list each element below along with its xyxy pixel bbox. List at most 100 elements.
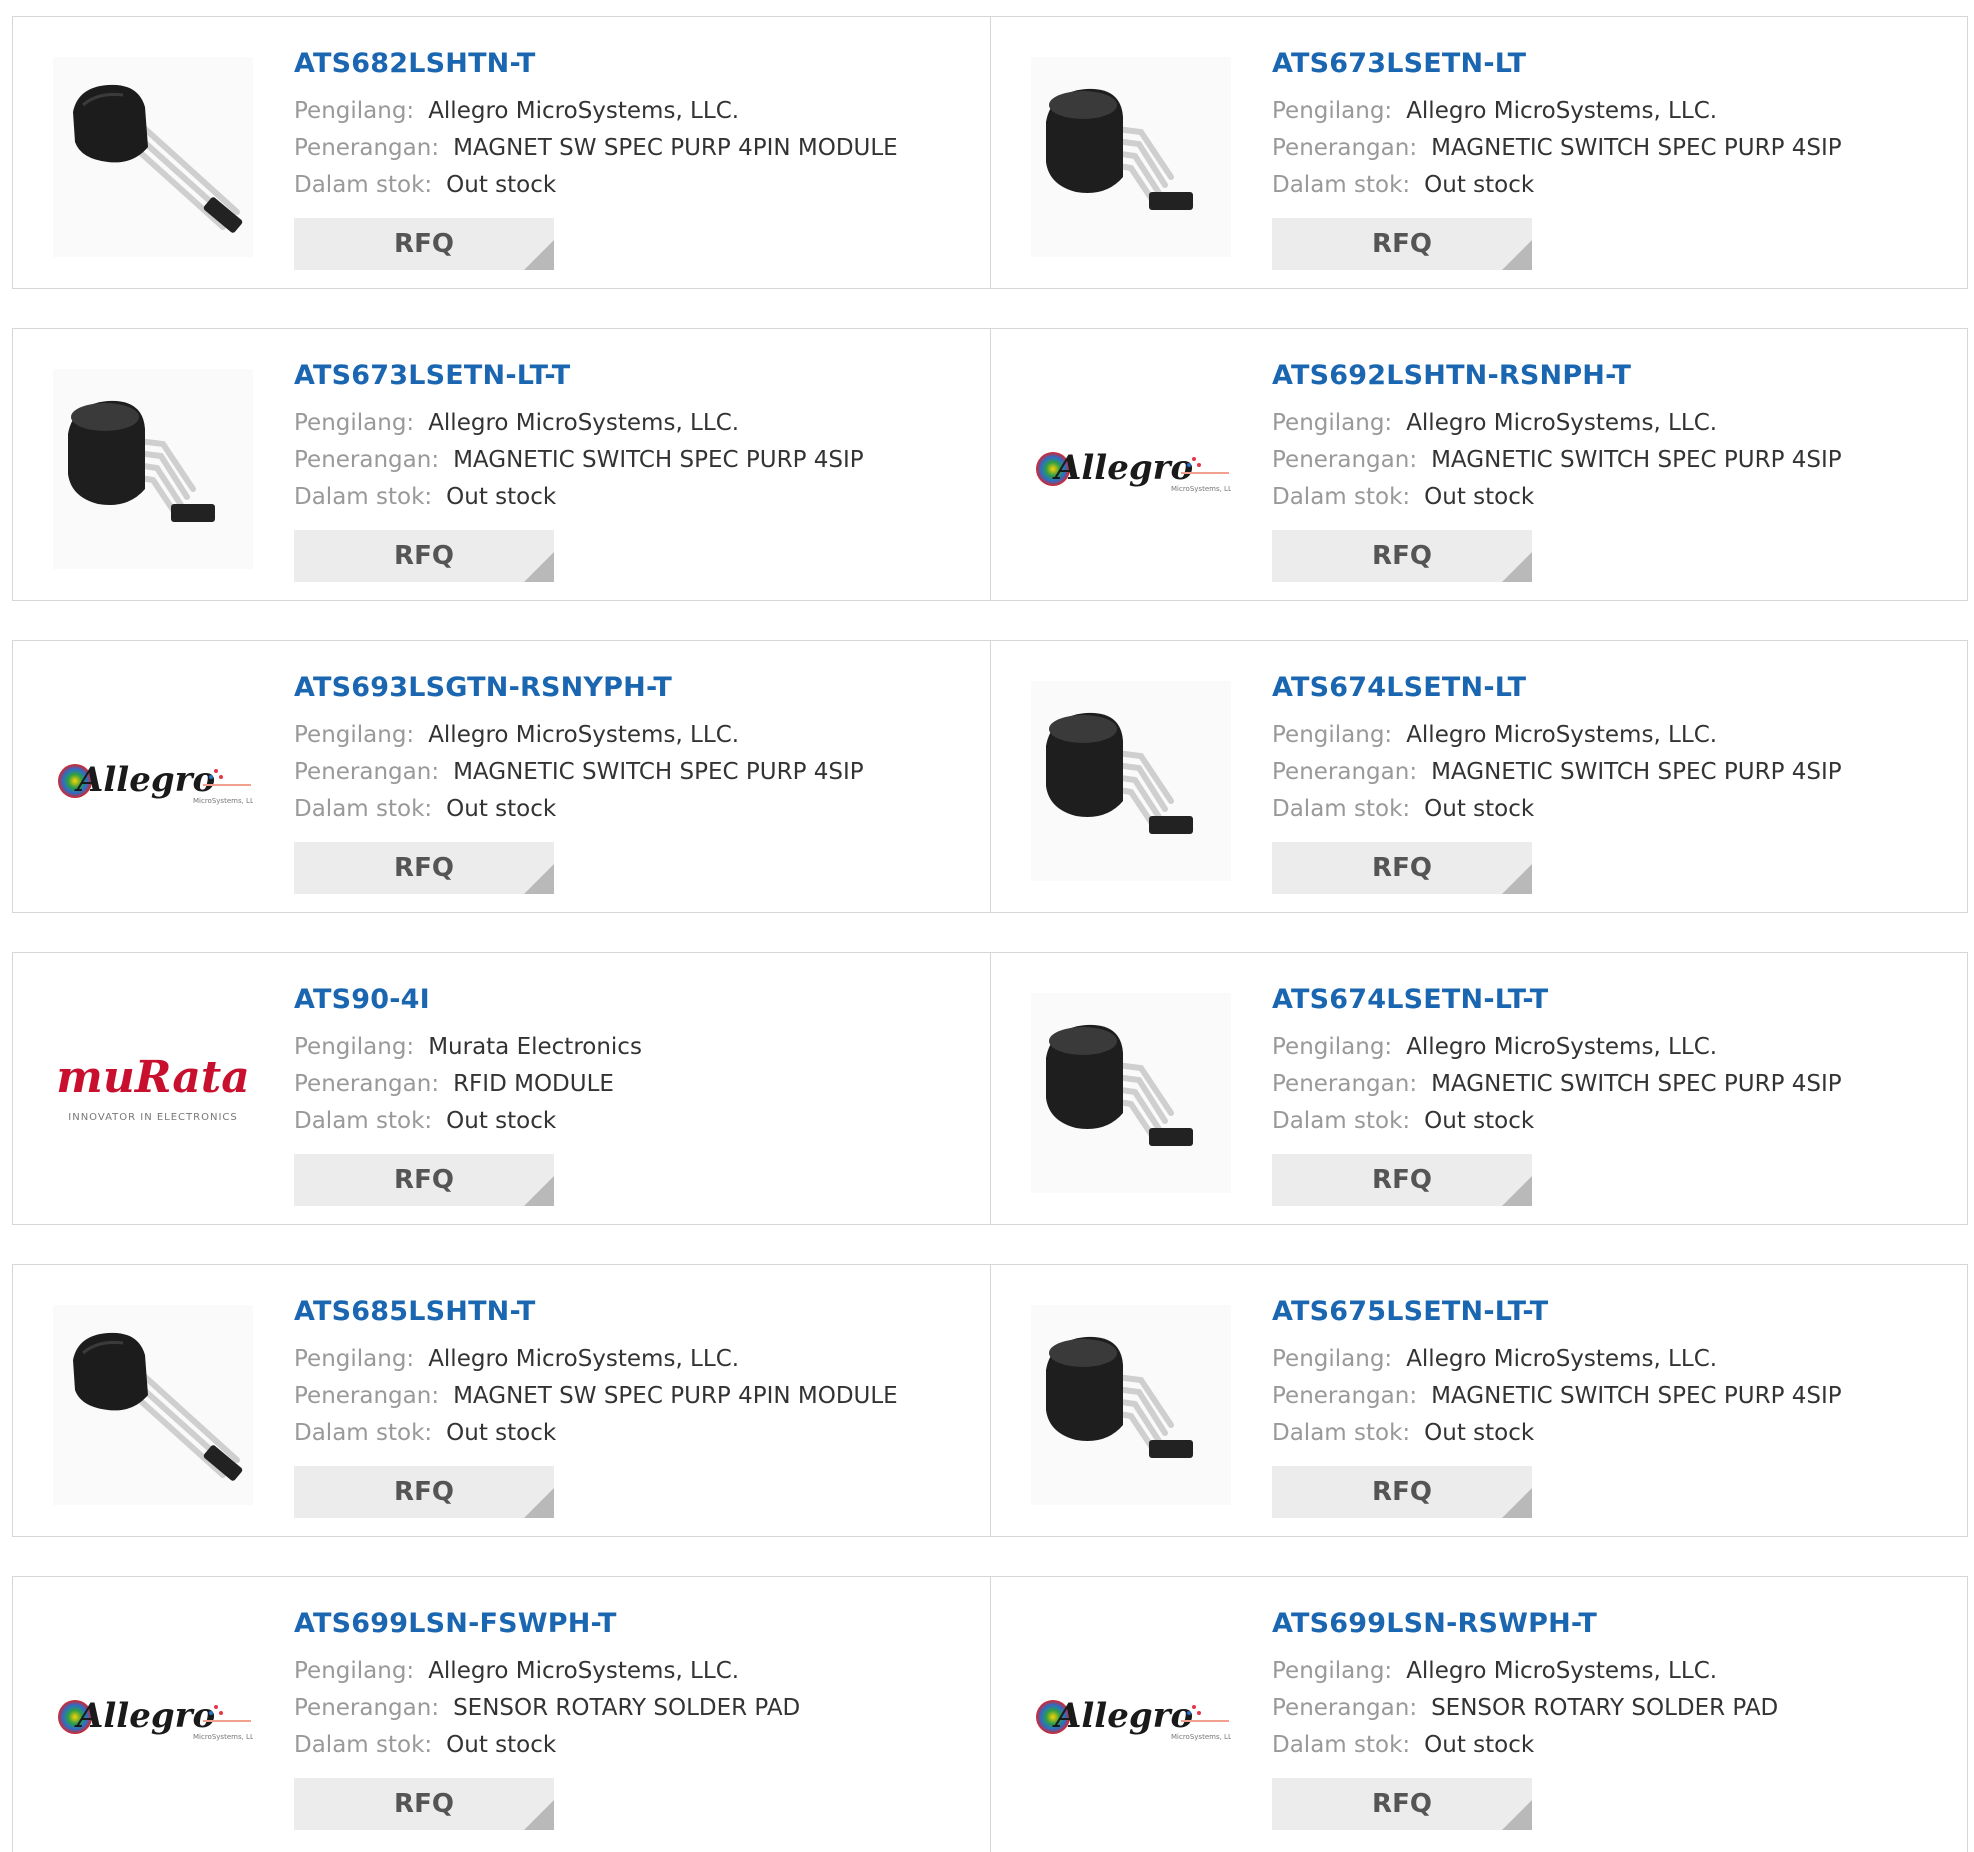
manufacturer-line: Pengilang: Allegro MicroSystems, LLC. <box>294 405 954 442</box>
stock-label: Dalam stok: <box>294 484 433 510</box>
rfq-button[interactable]: RFQ <box>294 530 554 582</box>
product-grid: ATS682LSHTN-T Pengilang: Allegro MicroSys… <box>12 16 1968 1852</box>
part-number-link[interactable]: ATS674LSETN-LT <box>1272 671 1932 705</box>
part-number-link[interactable]: ATS692LSHTN-RSNPH-T <box>1272 359 1932 393</box>
description-line: Penerangan: SENSOR ROTARY SOLDER PAD <box>294 1690 954 1727</box>
manufacturer-label: Pengilang: <box>1272 98 1393 124</box>
description-label: Penerangan: <box>294 135 440 161</box>
description-line: Penerangan: SENSOR ROTARY SOLDER PAD <box>1272 1690 1932 1727</box>
rfq-button[interactable]: RFQ <box>1272 1778 1532 1830</box>
sip-sensor-icon[interactable] <box>1031 1305 1231 1505</box>
part-number-link[interactable]: ATS674LSETN-LT-T <box>1272 983 1932 1017</box>
description-value: MAGNET SW SPEC PURP 4PIN MODULE <box>453 1383 898 1409</box>
description-value: RFID MODULE <box>453 1071 614 1097</box>
allegro-logo[interactable]: Allegro MicroSystems, LLC <box>53 1617 253 1817</box>
rfq-button[interactable]: RFQ <box>294 842 554 894</box>
allegro-logo[interactable]: Allegro MicroSystems, LLC <box>1031 1617 1231 1817</box>
manufacturer-value: Allegro MicroSystems, LLC. <box>1406 722 1718 748</box>
description-label: Penerangan: <box>1272 1383 1418 1409</box>
module-sensor-icon[interactable] <box>53 1305 253 1505</box>
rfq-label: RFQ <box>394 229 454 259</box>
svg-text:MicroSystems, LLC: MicroSystems, LLC <box>193 797 253 805</box>
allegro-logo[interactable]: Allegro MicroSystems, LLC <box>1031 369 1231 569</box>
description-value: MAGNETIC SWITCH SPEC PURP 4SIP <box>1431 135 1842 161</box>
sip-sensor-icon[interactable] <box>1031 57 1231 257</box>
svg-text:MicroSystems, LLC: MicroSystems, LLC <box>1171 1733 1231 1741</box>
manufacturer-label: Pengilang: <box>294 1658 415 1684</box>
description-value: MAGNET SW SPEC PURP 4PIN MODULE <box>453 135 898 161</box>
corner-triangle-icon <box>524 1488 554 1518</box>
product-info: ATS675LSETN-LT-T Pengilang: Allegro Micro… <box>1272 1295 1932 1452</box>
rfq-button[interactable]: RFQ <box>294 1778 554 1830</box>
rfq-button[interactable]: RFQ <box>1272 1154 1532 1206</box>
stock-label: Dalam stok: <box>294 1420 433 1446</box>
part-number-link[interactable]: ATS673LSETN-LT <box>1272 47 1932 81</box>
stock-label: Dalam stok: <box>294 796 433 822</box>
description-label: Penerangan: <box>294 447 440 473</box>
manufacturer-label: Pengilang: <box>294 1034 415 1060</box>
manufacturer-line: Pengilang: Allegro MicroSystems, LLC. <box>1272 717 1932 754</box>
rfq-label: RFQ <box>1372 853 1432 883</box>
description-value: MAGNETIC SWITCH SPEC PURP 4SIP <box>1431 447 1842 473</box>
sip-sensor-icon[interactable] <box>1031 993 1231 1193</box>
rfq-label: RFQ <box>394 1165 454 1195</box>
sip-sensor-icon[interactable] <box>53 369 253 569</box>
stock-label: Dalam stok: <box>1272 484 1411 510</box>
product-card: muRata INNOVATOR IN ELECTRONICS ATS90-4I… <box>13 953 990 1224</box>
rfq-label: RFQ <box>394 853 454 883</box>
product-info: ATS682LSHTN-T Pengilang: Allegro MicroSys… <box>294 47 954 204</box>
corner-triangle-icon <box>1502 240 1532 270</box>
product-card: Allegro MicroSystems, LLC ATS699LSN-RSWP… <box>990 1577 1967 1852</box>
module-sensor-icon[interactable] <box>53 57 253 257</box>
manufacturer-value: Allegro MicroSystems, LLC. <box>428 1346 740 1372</box>
rfq-button[interactable]: RFQ <box>1272 842 1532 894</box>
product-info: ATS685LSHTN-T Pengilang: Allegro MicroSys… <box>294 1295 954 1452</box>
stock-value: Out stock <box>446 796 557 822</box>
stock-label: Dalam stok: <box>1272 1732 1411 1758</box>
rfq-button[interactable]: RFQ <box>294 1154 554 1206</box>
rfq-label: RFQ <box>394 541 454 571</box>
manufacturer-value: Allegro MicroSystems, LLC. <box>1406 1658 1718 1684</box>
rfq-button[interactable]: RFQ <box>294 218 554 270</box>
corner-triangle-icon <box>524 864 554 894</box>
rfq-label: RFQ <box>1372 1477 1432 1507</box>
product-card: ATS674LSETN-LT-T Pengilang: Allegro Micro… <box>990 953 1967 1224</box>
allegro-logo[interactable]: Allegro MicroSystems, LLC <box>53 681 253 881</box>
part-number-link[interactable]: ATS90-4I <box>294 983 954 1017</box>
description-line: Penerangan: MAGNETIC SWITCH SPEC PURP 4SI… <box>1272 754 1932 791</box>
part-number-link[interactable]: ATS673LSETN-LT-T <box>294 359 954 393</box>
description-line: Penerangan: MAGNETIC SWITCH SPEC PURP 4SI… <box>294 754 954 791</box>
description-label: Penerangan: <box>294 759 440 785</box>
corner-triangle-icon <box>524 1800 554 1830</box>
rfq-button[interactable]: RFQ <box>1272 218 1532 270</box>
product-card: ATS674LSETN-LT Pengilang: Allegro MicroSy… <box>990 641 1967 912</box>
rfq-button[interactable]: RFQ <box>1272 530 1532 582</box>
stock-label: Dalam stok: <box>1272 172 1411 198</box>
description-label: Penerangan: <box>294 1071 440 1097</box>
manufacturer-value: Allegro MicroSystems, LLC. <box>428 722 740 748</box>
manufacturer-label: Pengilang: <box>294 410 415 436</box>
manufacturer-label: Pengilang: <box>1272 1658 1393 1684</box>
part-number-link[interactable]: ATS685LSHTN-T <box>294 1295 954 1329</box>
product-info: ATS674LSETN-LT Pengilang: Allegro MicroSy… <box>1272 671 1932 828</box>
rfq-button[interactable]: RFQ <box>1272 1466 1532 1518</box>
product-info: ATS673LSETN-LT Pengilang: Allegro MicroSy… <box>1272 47 1932 204</box>
product-card: ATS675LSETN-LT-T Pengilang: Allegro Micro… <box>990 1265 1967 1536</box>
product-row: muRata INNOVATOR IN ELECTRONICS ATS90-4I… <box>12 952 1968 1225</box>
part-number-link[interactable]: ATS693LSGTN-RSNYPH-T <box>294 671 954 705</box>
description-line: Penerangan: MAGNET SW SPEC PURP 4PIN MODU… <box>294 1378 954 1415</box>
description-value: MAGNETIC SWITCH SPEC PURP 4SIP <box>453 447 864 473</box>
part-number-link[interactable]: ATS699LSN-RSWPH-T <box>1272 1607 1932 1641</box>
corner-triangle-icon <box>1502 1488 1532 1518</box>
rfq-button[interactable]: RFQ <box>294 1466 554 1518</box>
part-number-link[interactable]: ATS699LSN-FSWPH-T <box>294 1607 954 1641</box>
rfq-label: RFQ <box>1372 1789 1432 1819</box>
part-number-link[interactable]: ATS675LSETN-LT-T <box>1272 1295 1932 1329</box>
murata-logo[interactable]: muRata INNOVATOR IN ELECTRONICS <box>53 993 253 1193</box>
product-row: ATS682LSHTN-T Pengilang: Allegro MicroSys… <box>12 16 1968 289</box>
sip-sensor-icon[interactable] <box>1031 681 1231 881</box>
stock-line: Dalam stok: Out stock <box>294 1727 954 1764</box>
part-number-link[interactable]: ATS682LSHTN-T <box>294 47 954 81</box>
svg-text:Allegro: Allegro <box>74 1696 215 1736</box>
description-label: Penerangan: <box>1272 1071 1418 1097</box>
